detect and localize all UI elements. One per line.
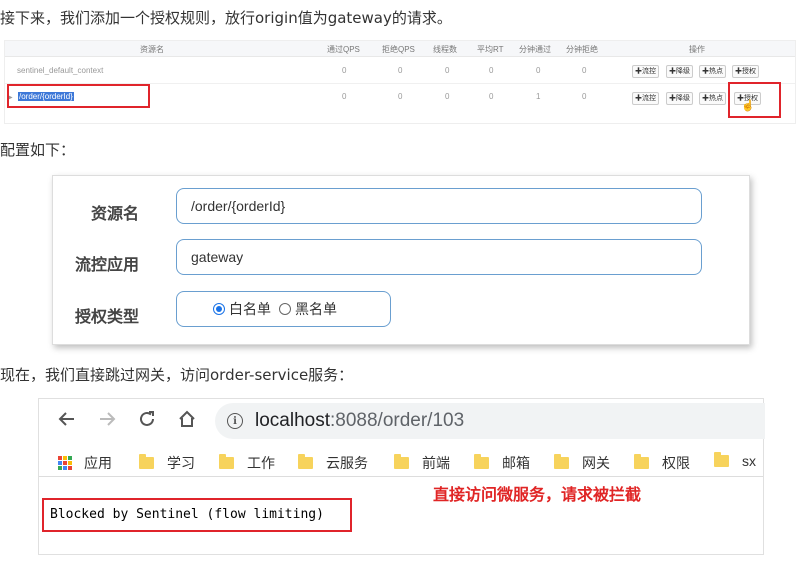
degrade-rule-button[interactable]: ✚降级 [666, 92, 693, 105]
folder-icon [634, 454, 649, 469]
sentinel-resource-table: 资源名 通过QPS 拒绝QPS 线程数 平均RT 分钟通过 分钟拒绝 操作 se… [4, 40, 796, 124]
hotspot-rule-button[interactable]: ✚热点 [699, 65, 726, 78]
bookmark-item[interactable]: 前端 [394, 453, 450, 473]
bookmark-item[interactable]: 学习 [139, 453, 195, 473]
table-cell: 0 [398, 66, 403, 75]
bookmark-item[interactable]: sx [714, 452, 756, 469]
radio-unchecked-icon[interactable] [279, 303, 291, 315]
whitelist-option[interactable]: 白名单 [213, 299, 271, 319]
reload-icon[interactable] [135, 407, 159, 431]
auth-rule-form: 资源名 /order/{orderId} 流控应用 gateway 授权类型 白… [52, 175, 750, 345]
home-icon[interactable] [175, 407, 199, 431]
intro-paragraph: 接下来，我们添加一个授权规则，放行origin值为gateway的请求。 [0, 9, 452, 27]
bookmark-label: 邮箱 [502, 455, 530, 471]
table-cell: 0 [489, 92, 494, 101]
resource-label: 资源名 [91, 206, 140, 223]
browser-window: i localhost:8088/order/103 应用 学习 工作 云服务 … [38, 398, 765, 555]
table-cell: 0 [342, 66, 347, 75]
access-paragraph: 现在，我们直接跳过网关，访问order-service服务： [0, 366, 354, 384]
app-input[interactable]: gateway [176, 239, 702, 275]
blacklist-label: 黑名单 [295, 301, 337, 317]
whitelist-label: 白名单 [229, 301, 271, 317]
table-cell: 1 [536, 92, 541, 101]
table-cell: 0 [582, 66, 587, 75]
table-cell: 0 [445, 92, 450, 101]
bookmark-label: 学习 [167, 455, 195, 471]
bookmark-item[interactable]: 工作 [219, 453, 275, 473]
degrade-rule-button[interactable]: ✚降级 [666, 65, 693, 78]
resource-input[interactable]: /order/{orderId} [176, 188, 702, 224]
folder-icon [474, 454, 489, 469]
folder-icon [394, 454, 409, 469]
table-cell: 0 [342, 92, 347, 101]
highlight-box [7, 84, 150, 108]
radio-checked-icon[interactable] [213, 303, 225, 315]
type-label: 授权类型 [75, 309, 140, 326]
bookmark-apps[interactable]: 应用 [58, 453, 112, 473]
folder-icon [714, 452, 729, 467]
blacklist-option[interactable]: 黑名单 [279, 299, 337, 319]
apps-grid-icon [58, 456, 72, 470]
auth-type-radio-group: 白名单 黑名单 [176, 291, 391, 327]
bookmark-label: sx [742, 453, 756, 469]
folder-icon [219, 454, 234, 469]
col-block-qps: 拒绝QPS [382, 45, 415, 54]
bookmark-label: 应用 [84, 455, 112, 471]
bookmark-item[interactable]: 云服务 [298, 453, 368, 473]
hotspot-rule-button[interactable]: ✚热点 [699, 92, 726, 105]
table-cell: 0 [582, 92, 587, 101]
address-bar[interactable]: i localhost:8088/order/103 [215, 403, 765, 439]
resource-name-cell: sentinel_default_context [17, 66, 104, 75]
bookmark-label: 权限 [662, 455, 690, 471]
col-min-pass: 分钟通过 [519, 45, 551, 54]
table-cell: 0 [398, 92, 403, 101]
bookmark-item[interactable]: 邮箱 [474, 453, 530, 473]
blocked-message: Blocked by Sentinel (flow limiting) [42, 498, 352, 532]
bookmark-label: 工作 [247, 455, 275, 471]
folder-icon [298, 454, 313, 469]
col-resource-name: 资源名 [140, 45, 164, 54]
bookmark-item[interactable]: 网关 [554, 453, 610, 473]
bookmark-label: 云服务 [326, 455, 368, 471]
bookmark-label: 前端 [422, 455, 450, 471]
table-cell: 0 [445, 66, 450, 75]
back-arrow-icon[interactable] [55, 407, 79, 431]
info-icon[interactable]: i [227, 413, 243, 429]
bookmark-item[interactable]: 权限 [634, 453, 690, 473]
col-min-block: 分钟拒绝 [566, 45, 598, 54]
auth-rule-button[interactable]: ✚授权 [732, 65, 759, 78]
folder-icon [139, 454, 154, 469]
table-cell: 0 [489, 66, 494, 75]
bookmarks-bar: 应用 学习 工作 云服务 前端 邮箱 网关 权限 sx [39, 447, 763, 477]
url-host: localhost [255, 410, 330, 431]
forward-arrow-icon[interactable] [95, 407, 119, 431]
url-path: :8088/order/103 [330, 410, 465, 431]
table-cell: 0 [536, 66, 541, 75]
annotation-text: 直接访问微服务，请求被拦截 [433, 485, 642, 504]
table-header: 资源名 通过QPS 拒绝QPS 线程数 平均RT 分钟通过 分钟拒绝 操作 [5, 41, 795, 57]
bookmark-label: 网关 [582, 455, 610, 471]
config-paragraph: 配置如下： [0, 141, 76, 159]
flow-rule-button[interactable]: ✚流控 [632, 65, 659, 78]
col-actions: 操作 [689, 45, 705, 54]
col-threads: 线程数 [433, 45, 457, 54]
folder-icon [554, 454, 569, 469]
col-pass-qps: 通过QPS [327, 45, 360, 54]
highlight-box [728, 82, 781, 118]
col-avg-rt: 平均RT [477, 45, 504, 54]
app-label: 流控应用 [75, 257, 140, 274]
flow-rule-button[interactable]: ✚流控 [632, 92, 659, 105]
